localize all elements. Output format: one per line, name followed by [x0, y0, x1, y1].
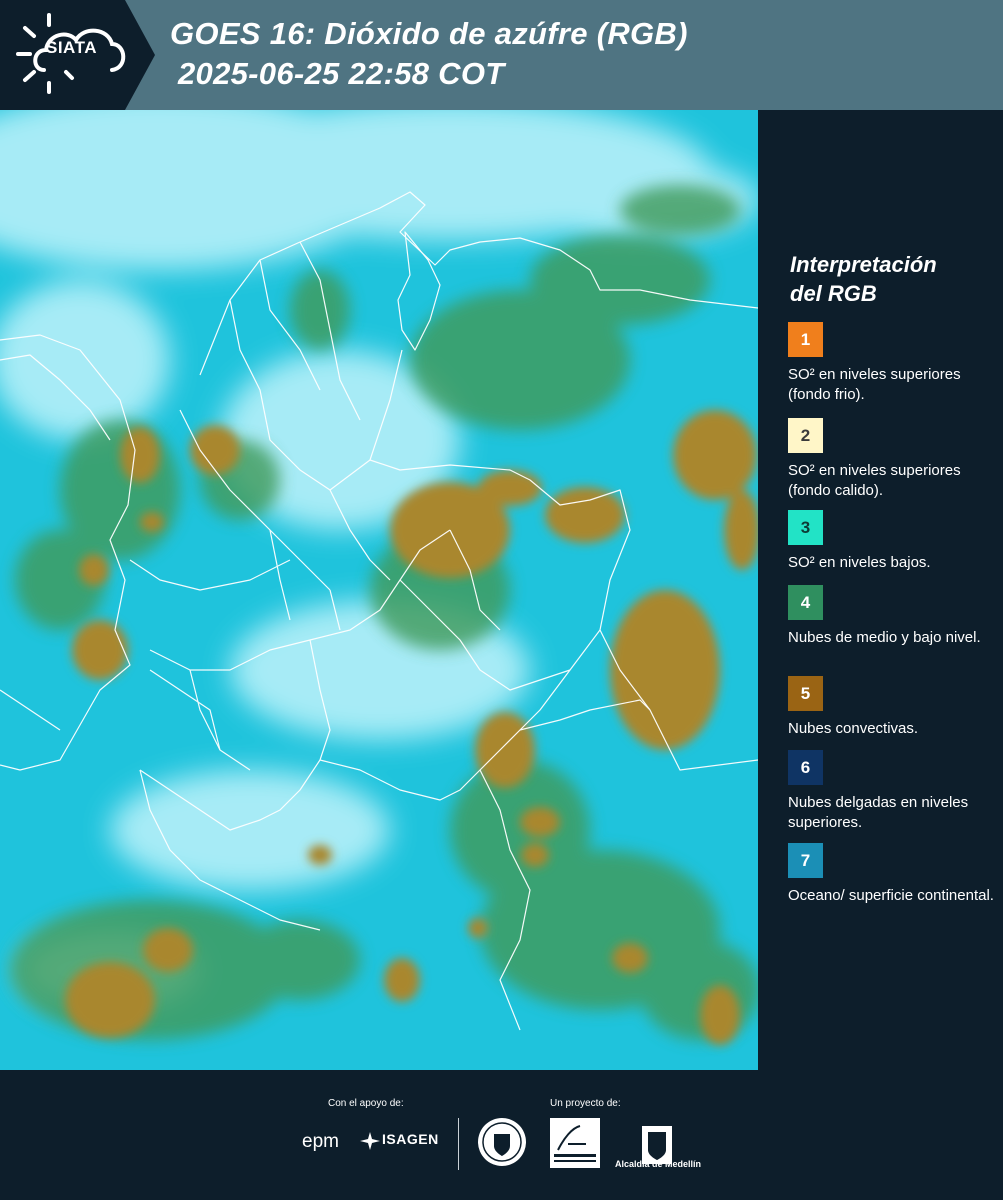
satellite-map	[0, 110, 758, 1070]
isagen-star-icon	[360, 1132, 380, 1150]
legend-label-3: SO² en niveles bajos.	[788, 554, 931, 571]
isagen-logo: ISAGEN	[382, 1131, 439, 1147]
legend-title-line1: Interpretación	[790, 252, 937, 277]
legend-number-4: 4	[800, 592, 811, 612]
alcaldia-logo-text: Alcaldía de Medellín	[614, 1159, 702, 1169]
legend-label-4: Nubes de medio y bajo nivel.	[788, 629, 981, 646]
header-bar: SIATA GOES 16: Dióxido de azúfre (RGB) 2…	[0, 0, 1003, 110]
legend-swatch-2: 2	[788, 418, 823, 453]
area-metropolitana-logo	[550, 1118, 600, 1168]
legend-swatch-1: 1	[788, 322, 823, 357]
legend-label-7: Oceano/ superficie continental.	[788, 887, 994, 904]
legend-title-line2: del RGB	[790, 281, 877, 306]
legend-number-7: 7	[800, 850, 811, 870]
page-title: GOES 16: Dióxido de azúfre (RGB)	[170, 16, 688, 51]
legend-swatch-6: 6	[788, 750, 823, 785]
legend-label-5: Nubes convectivas.	[788, 720, 919, 737]
legend-number-1: 1	[800, 329, 811, 349]
epm-logo: epm	[302, 1131, 339, 1152]
legend-swatch-5: 5	[788, 676, 823, 711]
legend-item-1: 1 SO² en niveles superiores (fondo frio)…	[788, 322, 998, 405]
legend-title: Interpretación del RGB	[790, 250, 990, 308]
support-caption: Con el apoyo de:	[328, 1098, 404, 1109]
footer-divider	[458, 1118, 459, 1170]
footer: Con el apoyo de: Un proyecto de: epm ISA…	[0, 1070, 1003, 1200]
legend-label-2: SO² en niveles superiores (fondo calido)…	[788, 462, 961, 499]
legend-item-4: 4 Nubes de medio y bajo nivel.	[788, 585, 998, 648]
legend-label-6: Nubes delgadas en niveles superiores.	[788, 794, 969, 831]
page-timestamp: 2025-06-25 22:58 COT	[178, 56, 505, 91]
medellin-seal-icon	[478, 1118, 526, 1166]
legend-number-5: 5	[800, 683, 811, 703]
legend-swatch-7: 7	[788, 843, 823, 878]
siata-logo-text: SIATA	[46, 38, 97, 57]
legend-swatch-4: 4	[788, 585, 823, 620]
legend-number-2: 2	[800, 425, 811, 445]
legend-item-3: 3 SO² en niveles bajos.	[788, 510, 998, 573]
legend-item-2: 2 SO² en niveles superiores (fondo calid…	[788, 418, 998, 501]
legend-label-1: SO² en niveles superiores (fondo frio).	[788, 366, 961, 403]
legend-swatch-3: 3	[788, 510, 823, 545]
legend-number-6: 6	[800, 757, 811, 777]
legend-item-6: 6 Nubes delgadas en niveles superiores.	[788, 750, 998, 833]
satellite-image	[0, 110, 758, 1070]
legend-number-3: 3	[800, 517, 811, 537]
project-caption: Un proyecto de:	[550, 1098, 621, 1109]
legend-panel: Interpretación del RGB 1 SO² en niveles …	[760, 110, 1003, 1070]
legend-item-7: 7 Oceano/ superficie continental.	[788, 843, 998, 906]
legend-item-5: 5 Nubes convectivas.	[788, 676, 998, 739]
